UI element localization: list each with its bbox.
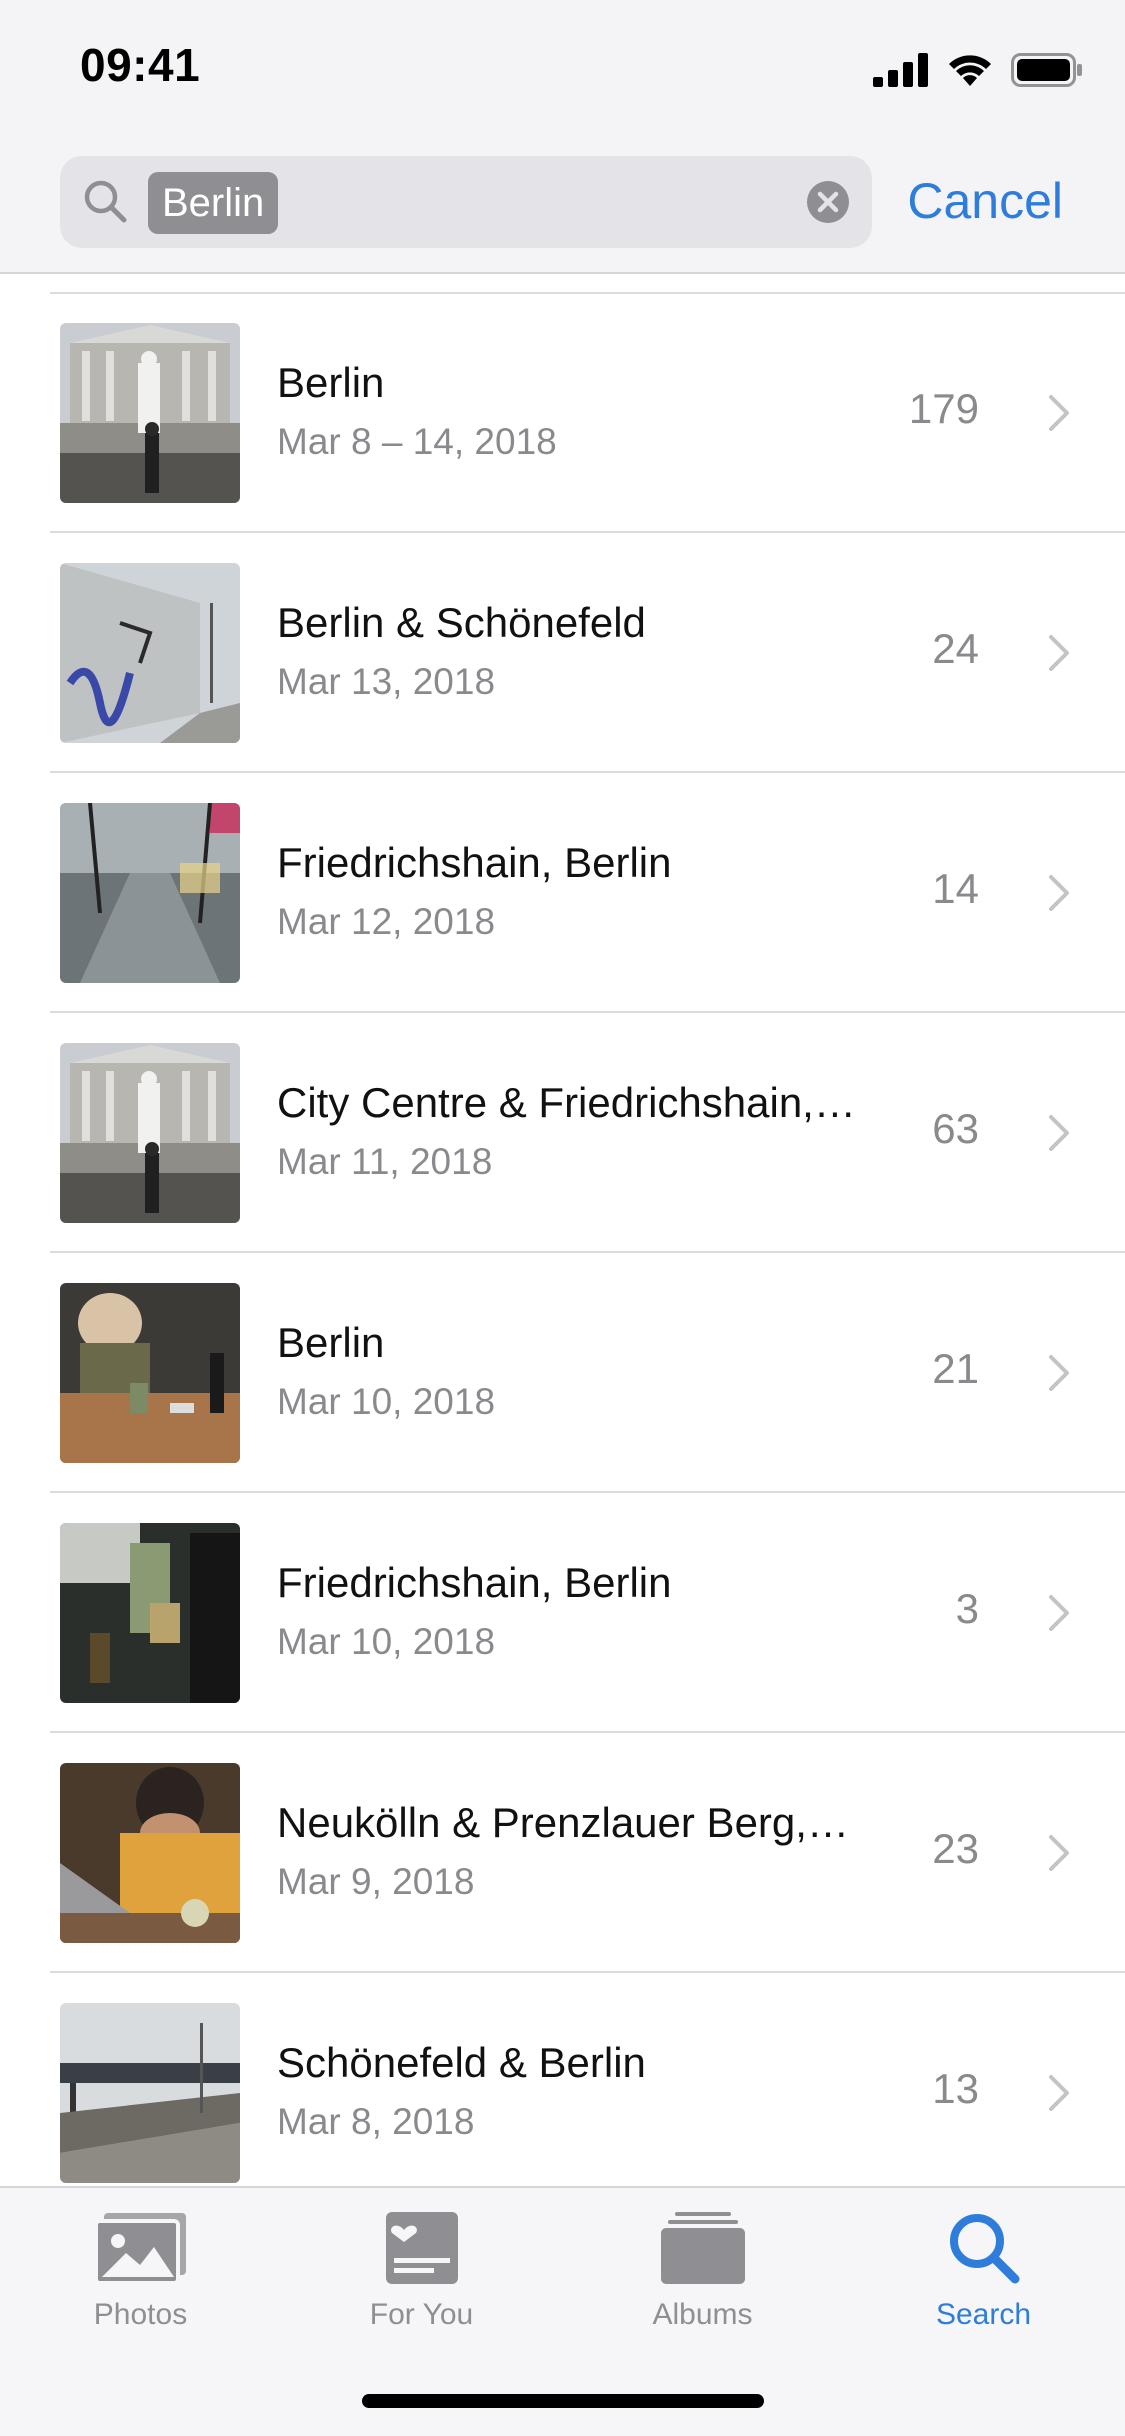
result-count: 179 xyxy=(908,385,979,432)
result-row[interactable]: Berlin Mar 8 – 14, 2018 179 xyxy=(0,293,1125,533)
wifi-icon xyxy=(949,55,991,86)
result-count: 63 xyxy=(932,1105,979,1152)
tab-label: Albums xyxy=(652,2298,753,2331)
result-date: Mar 11, 2018 xyxy=(277,1141,493,1182)
tab-label: For You xyxy=(369,2298,474,2331)
result-thumbnail xyxy=(60,1283,240,1463)
search-query-token[interactable]: Berlin xyxy=(148,172,279,234)
chevron-right-icon xyxy=(1049,1595,1069,1631)
result-title: Berlin & Schönefeld xyxy=(277,599,646,646)
result-date: Mar 10, 2018 xyxy=(277,1381,496,1422)
result-title: Berlin xyxy=(277,359,385,406)
result-row[interactable]: Neukölln & Prenzlauer Berg,… Mar 9, 2018 2… xyxy=(0,1733,1125,1973)
tab-label: Photos xyxy=(93,2298,188,2331)
result-title: Berlin xyxy=(277,1319,385,1366)
result-title: Friedrichshain, Berlin xyxy=(277,1559,672,1606)
search-glass-icon xyxy=(84,180,127,223)
chevron-right-icon xyxy=(1049,395,1069,431)
for-you-icon xyxy=(385,2212,458,2284)
home-indicator[interactable] xyxy=(362,2394,764,2408)
result-count: 14 xyxy=(932,865,979,912)
result-thumbnail xyxy=(60,1523,240,1703)
result-row[interactable]: Schönefeld & Berlin Mar 8, 2018 13 xyxy=(0,1973,1125,2186)
search-input[interactable]: Berlin xyxy=(60,156,872,248)
status-icons xyxy=(873,50,1083,90)
tab-photos[interactable]: Photos xyxy=(0,2188,281,2378)
chevron-right-icon xyxy=(1049,875,1069,911)
albums-icon xyxy=(660,2212,745,2284)
result-title: City Centre & Friedrichshain,… xyxy=(277,1079,856,1126)
chevron-right-icon xyxy=(1049,2075,1069,2111)
result-date: Mar 9, 2018 xyxy=(277,1861,475,1902)
tab-search[interactable]: Search xyxy=(843,2188,1124,2378)
chevron-right-icon xyxy=(1049,1355,1069,1391)
chevron-right-icon xyxy=(1049,1115,1069,1151)
status-bar: 09:41 xyxy=(0,0,1125,140)
result-thumbnail xyxy=(60,1043,240,1223)
result-count: 24 xyxy=(932,625,979,672)
cellular-signal-icon xyxy=(873,53,928,87)
tab-label: Search xyxy=(935,2298,1032,2331)
result-date: Mar 8 – 14, 2018 xyxy=(277,421,557,462)
result-title: Friedrichshain, Berlin xyxy=(277,839,672,886)
search-results-list[interactable]: Berlin Mar 8 – 14, 2018 179 Berlin & Schöne… xyxy=(0,274,1125,2186)
search-header: Berlin Cancel xyxy=(0,140,1125,274)
result-title: Schönefeld & Berlin xyxy=(277,2039,646,2086)
result-date: Mar 12, 2018 xyxy=(277,901,496,942)
result-date: Mar 8, 2018 xyxy=(277,2101,475,2142)
clear-search-icon[interactable] xyxy=(806,180,850,224)
result-thumbnail xyxy=(60,2003,240,2183)
photos-search-screen: 09:41 Berlin Cancel Berlin Mar 8 – 14, 2… xyxy=(0,0,1125,2436)
result-row[interactable]: Friedrichshain, Berlin Mar 12, 2018 14 xyxy=(0,773,1125,1013)
result-date: Mar 13, 2018 xyxy=(277,661,496,702)
result-date: Mar 10, 2018 xyxy=(277,1621,496,1662)
tab-for-you[interactable]: For You xyxy=(281,2188,562,2378)
photos-icon xyxy=(95,2213,186,2283)
result-count: 13 xyxy=(932,2065,979,2112)
result-row[interactable]: Berlin Mar 10, 2018 21 xyxy=(0,1253,1125,1493)
chevron-right-icon xyxy=(1049,635,1069,671)
cancel-button[interactable]: Cancel xyxy=(907,172,1063,230)
result-thumbnail xyxy=(60,803,240,983)
status-time: 09:41 xyxy=(80,39,201,91)
battery-icon xyxy=(1011,53,1082,87)
result-title: Neukölln & Prenzlauer Berg,… xyxy=(277,1799,849,1846)
result-thumbnail xyxy=(60,563,240,743)
result-count: 21 xyxy=(932,1345,979,1392)
search-icon xyxy=(949,2214,1019,2284)
result-thumbnail xyxy=(60,323,240,503)
result-thumbnail xyxy=(60,1763,240,1943)
result-row[interactable]: Berlin & Schönefeld Mar 13, 2018 24 xyxy=(0,533,1125,773)
result-row[interactable]: Friedrichshain, Berlin Mar 10, 2018 3 xyxy=(0,1493,1125,1733)
chevron-right-icon xyxy=(1049,1835,1069,1871)
result-count: 23 xyxy=(932,1825,979,1872)
result-count: 3 xyxy=(955,1585,979,1632)
result-row[interactable]: City Centre & Friedrichshain,… Mar 11, 20… xyxy=(0,1013,1125,1253)
tab-albums[interactable]: Albums xyxy=(562,2188,843,2378)
